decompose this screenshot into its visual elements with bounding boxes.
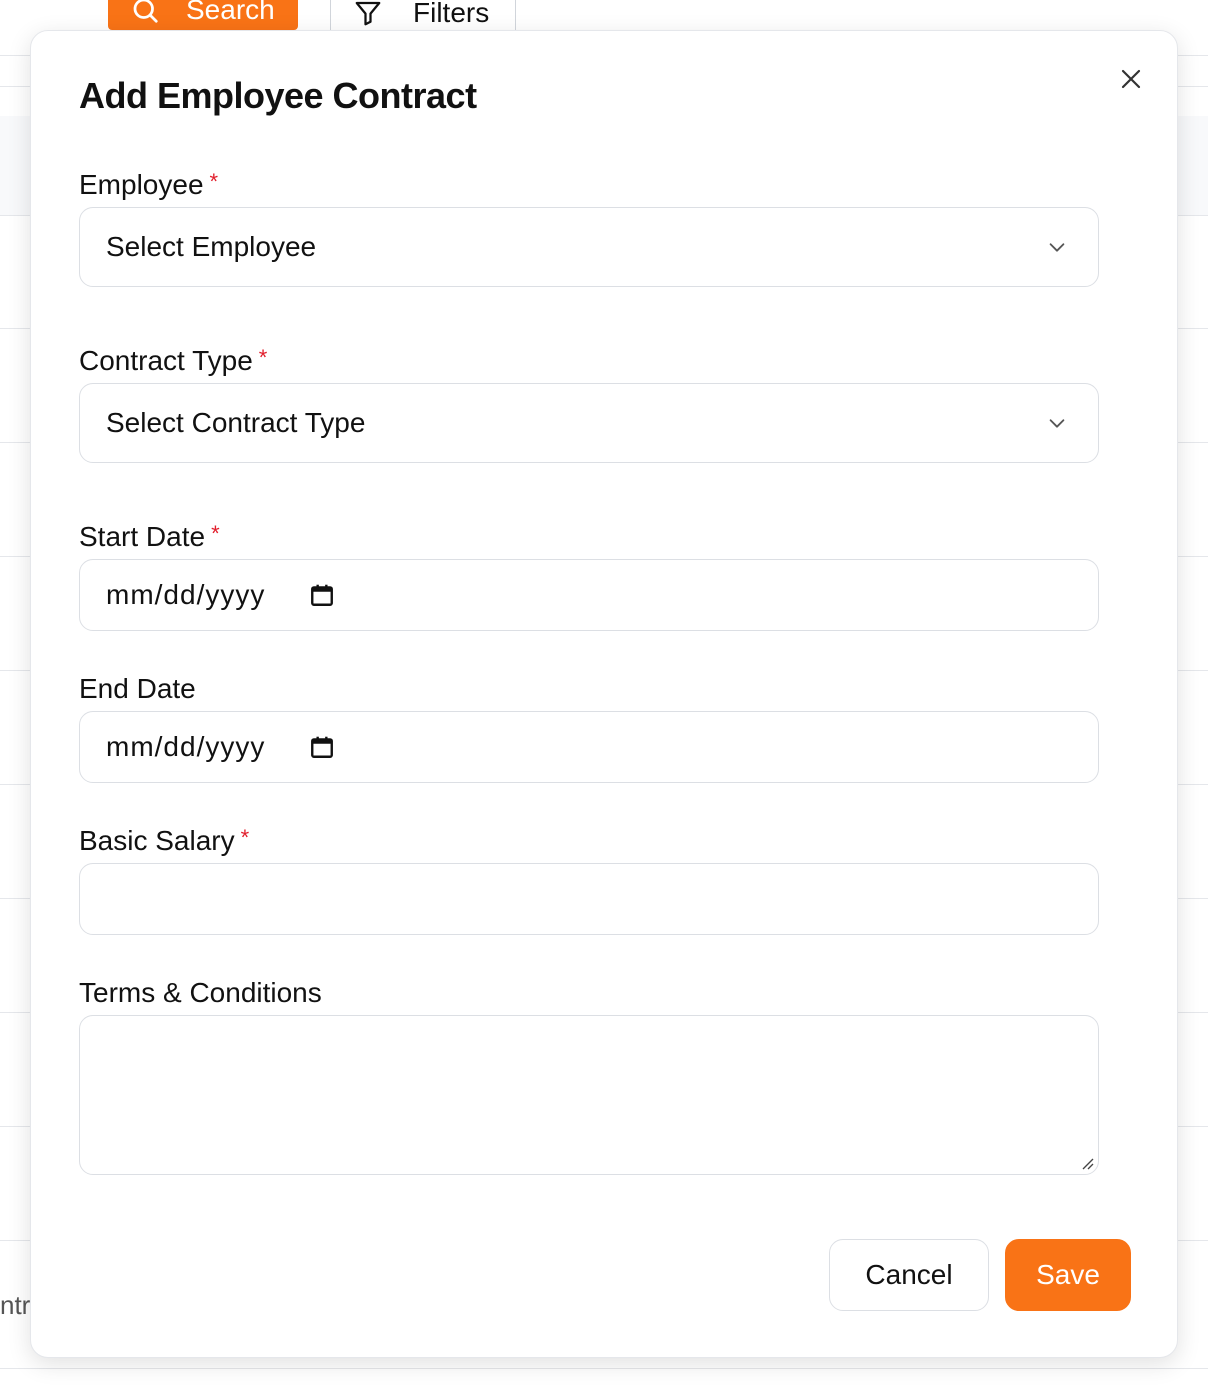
add-contract-modal: Add Employee Contract Employee * Select E…: [30, 30, 1178, 1358]
required-mark: *: [258, 345, 268, 370]
required-mark: *: [209, 169, 219, 194]
employee-label: Employee *: [79, 169, 218, 201]
cancel-button[interactable]: Cancel: [829, 1239, 989, 1311]
start-date-placeholder: mm/dd/yyyy: [106, 579, 266, 610]
basic-salary-label: Basic Salary *: [79, 825, 249, 857]
terms-label: Terms & Conditions: [79, 977, 322, 1009]
required-mark: *: [211, 521, 220, 546]
background-filters-label: Filters: [413, 0, 490, 28]
close-icon: [1121, 69, 1141, 89]
basic-salary-input[interactable]: [79, 863, 1099, 935]
end-date-input[interactable]: mm/dd/yyyy: [79, 711, 1099, 783]
filter-icon: [355, 1, 381, 26]
background-divider: [0, 1368, 1208, 1369]
required-mark: *: [240, 825, 250, 850]
terms-textarea[interactable]: [79, 1015, 1099, 1175]
contract-type-select-value: Select Contract Type: [106, 407, 366, 438]
contract-type-label: Contract Type *: [79, 345, 267, 377]
end-date-placeholder: mm/dd/yyyy: [106, 731, 266, 762]
terms-label-text: Terms & Conditions: [79, 977, 322, 1008]
chevron-down-icon: [1049, 419, 1065, 428]
save-button[interactable]: Save: [1005, 1239, 1131, 1311]
resize-handle-icon[interactable]: [1080, 1156, 1094, 1170]
close-button[interactable]: [1117, 65, 1145, 93]
modal-title: Add Employee Contract: [79, 75, 477, 116]
contract-type-select[interactable]: Select Contract Type: [79, 383, 1099, 463]
end-date-label: End Date: [79, 673, 196, 705]
end-date-label-text: End Date: [79, 673, 196, 704]
basic-salary-label-text: Basic Salary: [79, 825, 235, 856]
employee-label-text: Employee: [79, 169, 204, 200]
start-date-label-text: Start Date: [79, 521, 206, 552]
background-search-label: Search: [186, 0, 275, 25]
start-date-input[interactable]: mm/dd/yyyy: [79, 559, 1099, 631]
chevron-down-icon: [1049, 243, 1065, 252]
employee-select-value: Select Employee: [106, 231, 317, 262]
background-search-button[interactable]: Search: [108, 0, 298, 30]
start-date-label: Start Date *: [79, 521, 220, 553]
calendar-icon[interactable]: [309, 734, 335, 760]
calendar-icon[interactable]: [309, 582, 335, 608]
employee-select[interactable]: Select Employee: [79, 207, 1099, 287]
contract-type-label-text: Contract Type: [79, 345, 253, 376]
search-icon: [133, 0, 158, 23]
